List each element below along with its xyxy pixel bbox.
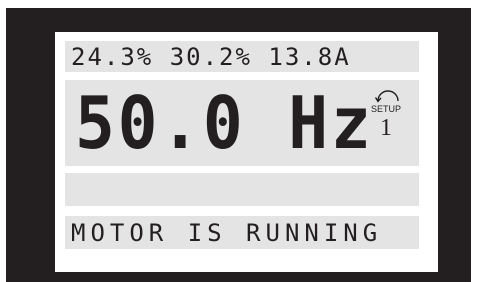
status-row: 24.3% 30.2% 13.8A <box>65 41 419 72</box>
display-bezel: 24.3% 30.2% 13.8A 50.0 Hz SETUP 1 MOTOR … <box>6 8 471 282</box>
frequency-readout: 50.0 Hz <box>75 81 374 165</box>
status-message: MOTOR IS RUNNING <box>71 219 383 247</box>
main-value-row: 50.0 Hz SETUP 1 <box>65 80 419 166</box>
setup-number: 1 <box>380 115 392 141</box>
setup-indicator: SETUP 1 <box>365 86 407 156</box>
lcd-screen: 24.3% 30.2% 13.8A 50.0 Hz SETUP 1 MOTOR … <box>55 32 438 272</box>
empty-row <box>65 173 419 206</box>
message-row: MOTOR IS RUNNING <box>65 216 419 249</box>
status-readout: 24.3% 30.2% 13.8A <box>71 43 351 71</box>
rotate-arrow-icon <box>374 90 399 103</box>
